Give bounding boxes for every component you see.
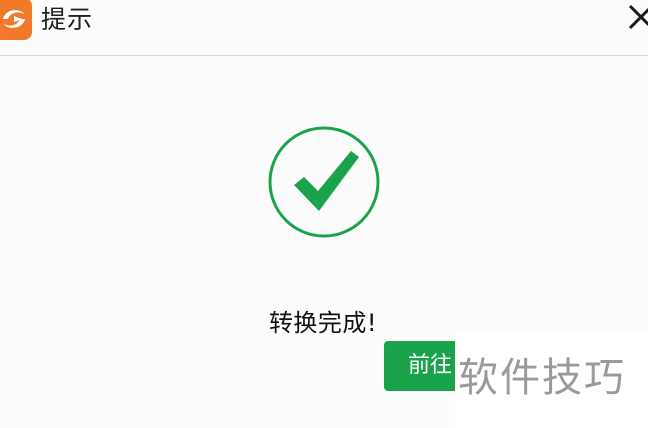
title-bar: 提示 [0,0,648,56]
watermark-text: 软件技巧 [458,355,626,401]
app-logo-icon [0,0,32,40]
close-icon[interactable] [622,0,648,34]
dialog-title: 提示 [41,5,94,34]
success-check-icon [267,125,381,239]
close-button[interactable] [622,0,648,34]
status-message-text: 转换完成! [268,309,378,337]
